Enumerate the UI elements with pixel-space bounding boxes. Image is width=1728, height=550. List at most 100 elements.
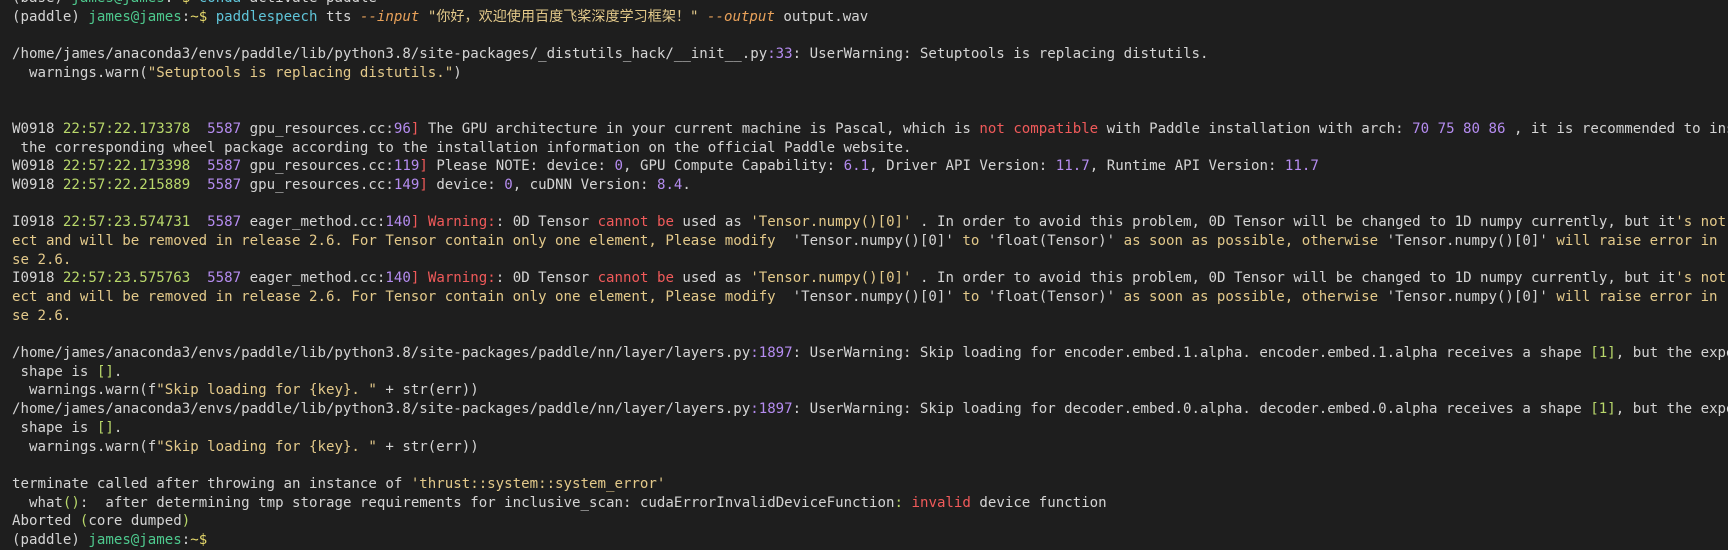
terminal-text-segment: 'thrust::system::system_error': [410, 475, 666, 492]
terminal-text-segment: not compatible: [979, 120, 1099, 137]
terminal-text-segment: will raise error in relea: [1556, 289, 1728, 305]
terminal-line: W0918 22:57:22.215889 5587 gpu_resources…: [12, 176, 1724, 195]
terminal-line: Aborted (core dumped): [12, 512, 1724, 531]
terminal-text-segment: ~$: [190, 8, 216, 25]
terminal-text-segment: ect and will be removed in release 2.6. …: [12, 232, 793, 249]
terminal-text-segment: shape is: [12, 363, 97, 380]
terminal-text-segment: 22:57:22.173398: [62, 158, 191, 175]
terminal-text-segment: : 0D Tensor: [495, 270, 598, 287]
terminal-text-segment: device function: [970, 494, 1107, 511]
terminal-text-segment: se 2.6.: [12, 307, 72, 324]
terminal-text-segment: the corresponding wheel package accordin…: [12, 139, 912, 156]
terminal-text-segment: W0918: [12, 176, 63, 193]
terminal-text-segment: /home/james/anaconda3/envs/paddle/lib/py…: [12, 345, 751, 362]
terminal-line: /home/james/anaconda3/envs/paddle/lib/py…: [12, 344, 1728, 363]
terminal-line: I0918 22:57:23.575763 5587 eager_method.…: [12, 269, 1726, 288]
terminal-text-segment: what: [12, 494, 63, 511]
terminal-text-segment: . In order to avoid this problem, 0D Ten…: [911, 214, 1676, 231]
terminal-text-segment: :: [181, 8, 191, 25]
terminal-text-segment: 'float(Tensor)': [987, 289, 1116, 305]
terminal-text-segment: .: [682, 176, 691, 193]
terminal-text-segment: 11.7: [1055, 158, 1090, 175]
terminal-text-segment: 5587: [190, 176, 242, 193]
terminal-text-segment: warnings.warn(: [12, 64, 148, 81]
terminal-text-segment: 22:57:23.574731: [62, 214, 191, 231]
terminal-text-segment: will raise error in relea: [1556, 232, 1728, 249]
terminal-text-segment: 5587: [190, 270, 242, 287]
terminal-text-segment: 'Tensor.numpy()[0]': [792, 289, 954, 305]
terminal-text-segment: gpu_resources.cc:: [241, 176, 394, 193]
terminal-text-segment: , cuDNN Version:: [512, 176, 657, 193]
terminal-text-segment: 'Tensor.numpy()[0]': [1386, 289, 1548, 305]
terminal-line: terminate called after throwing an insta…: [12, 475, 1724, 494]
terminal-output[interactable]: (base) james@james:~$ conda activate pad…: [12, 0, 1728, 550]
terminal-text-segment: 22:57:22.215889: [62, 176, 191, 193]
terminal-text-segment: warnings.warn(f: [12, 438, 157, 455]
terminal-text-segment: : 0D Tensor: [495, 214, 598, 231]
terminal-text-segment: 'float(Tensor)': [987, 232, 1116, 249]
terminal-text-segment: 11.7: [1284, 158, 1319, 175]
terminal-text-segment: 'Tensor.numpy()[0]': [792, 232, 954, 249]
terminal-text-segment: , but the expected: [1615, 401, 1728, 418]
terminal-text-segment: ect and will be removed in release 2.6. …: [12, 289, 793, 305]
terminal-text-segment: /home/james/anaconda3/envs/paddle/lib/py…: [12, 46, 768, 63]
terminal-text-segment: :1897: [750, 401, 793, 418]
terminal-text-segment: :: [894, 494, 903, 511]
terminal-text-segment: (paddle): [12, 8, 89, 25]
terminal-text-segment: tts: [317, 8, 360, 25]
terminal-text-segment: se 2.6.: [12, 251, 72, 268]
terminal-text-segment: used as: [673, 270, 751, 287]
terminal-text-segment: "Skip loading for {key}. ": [156, 382, 377, 399]
terminal-text-segment: james@james: [88, 531, 182, 548]
terminal-text-segment: used as: [673, 214, 751, 231]
terminal-text-segment: warnings.warn(f: [12, 382, 157, 399]
terminal-text-segment: + str(err)): [376, 382, 479, 399]
terminal-text-segment: gpu_resources.cc:: [241, 158, 394, 175]
terminal-line: se 2.6.: [12, 307, 1724, 326]
terminal-text-segment: 5587: [190, 120, 242, 137]
terminal-text-segment: with Paddle installation with arch:: [1098, 120, 1413, 137]
terminal-text-segment: /home/james/anaconda3/envs/paddle/lib/py…: [12, 401, 751, 418]
terminal-text-segment: : UserWarning: Skip loading for decoder.…: [792, 401, 1591, 418]
terminal-text-segment: , it is recommended to install: [1513, 120, 1728, 137]
terminal-text-segment: [1]: [1590, 345, 1616, 362]
terminal-text-segment: "Skip loading for {key}. ": [156, 438, 377, 455]
terminal-text-segment: 's not corr: [1675, 214, 1727, 231]
terminal-text-segment: 'Tensor.numpy()[0]': [750, 214, 912, 231]
terminal-line: (base) james@james:~$ conda activate pad…: [12, 0, 1724, 8]
terminal-text-segment: "你好，欢迎使用百度飞桨深度学习框架！": [419, 8, 707, 25]
terminal-text-segment: , Driver API Version:: [869, 158, 1056, 175]
terminal-line: ect and will be removed in release 2.6. …: [12, 232, 1728, 251]
terminal-text-segment: : UserWarning: Skip loading for encoder.…: [792, 345, 1591, 362]
terminal-text-segment: cannot be: [597, 270, 674, 287]
terminal-line: shape is [].: [12, 419, 1724, 438]
terminal-text-segment: --input: [359, 8, 420, 25]
terminal-text-segment: ): [181, 513, 191, 530]
terminal-line: ect and will be removed in release 2.6. …: [12, 288, 1728, 307]
terminal-text-segment: ~$: [173, 0, 198, 6]
terminal-text-segment: 70 75 80 86: [1412, 120, 1506, 137]
terminal-text-segment: , Runtime API Version:: [1089, 158, 1285, 175]
terminal-text-segment: : after determining tmp storage requirem…: [79, 494, 895, 511]
terminal-line: W0918 22:57:22.173398 5587 gpu_resources…: [12, 157, 1724, 176]
terminal-text-segment: 'Tensor.numpy()[0]': [1386, 232, 1548, 249]
terminal-text-segment: :33: [767, 46, 793, 63]
terminal-line: warnings.warn(f"Skip loading for {key}. …: [12, 381, 1724, 400]
terminal-text-segment: , but the expected: [1615, 345, 1728, 362]
terminal-line: shape is [].: [12, 363, 1724, 382]
terminal-text-segment: to: [953, 232, 988, 249]
terminal-line: I0918 22:57:23.574731 5587 eager_method.…: [12, 213, 1726, 232]
terminal-line: (paddle) james@james:~$: [12, 531, 1724, 550]
terminal-text-segment: activate paddle: [241, 0, 377, 6]
terminal-text-segment: ]: [419, 158, 428, 175]
terminal-text-segment: I0918: [12, 270, 63, 287]
terminal-text-segment: shape is: [12, 419, 97, 436]
terminal-text-segment: :1897: [750, 345, 793, 362]
terminal-text-segment: 149: [393, 176, 420, 193]
terminal-text-segment: invalid: [911, 494, 971, 511]
terminal-text-segment: (paddle): [12, 531, 89, 548]
